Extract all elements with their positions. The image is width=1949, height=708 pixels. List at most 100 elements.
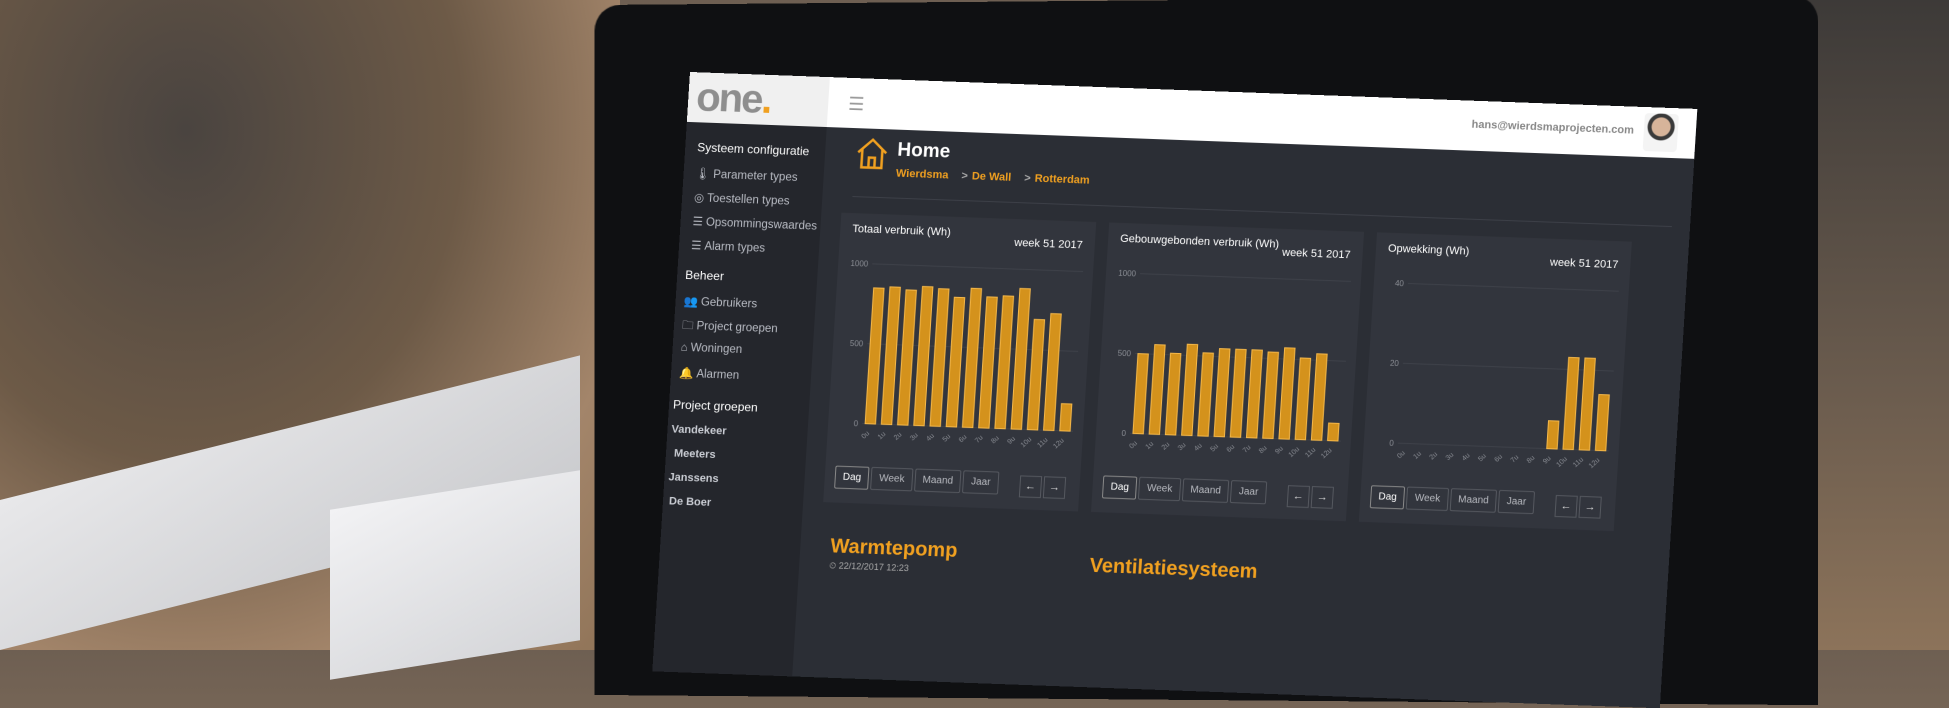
jaar-button[interactable]: Jaar — [1230, 480, 1268, 505]
project-group-item[interactable]: Meeters — [674, 448, 716, 462]
bar[interactable] — [1262, 351, 1280, 440]
sidebar-item-project-groepen[interactable]: 🗀 Project groepen — [681, 318, 778, 340]
bar[interactable] — [1562, 356, 1580, 451]
bar[interactable] — [897, 289, 917, 426]
card-title: Gebouwgebonden verbruik (Wh) — [1119, 232, 1280, 251]
bar[interactable] — [1181, 343, 1199, 437]
dag-button[interactable]: Dag — [1101, 475, 1138, 500]
bar[interactable] — [929, 288, 950, 427]
jaar-button[interactable]: Jaar — [1497, 489, 1535, 515]
bar[interactable] — [1132, 353, 1149, 435]
x-tick-label: 5u — [1477, 453, 1488, 463]
gridline — [1397, 442, 1609, 452]
project-group-item[interactable]: Vandekeer — [671, 424, 727, 438]
sidebar-heading-project-groepen: Project groepen — [672, 397, 759, 415]
bar[interactable] — [1213, 348, 1231, 438]
bar[interactable] — [1327, 422, 1340, 442]
x-tick-label: 4u — [1193, 442, 1204, 452]
prev-arrow-icon[interactable]: ← — [1554, 495, 1578, 518]
week-button[interactable]: Week — [1138, 476, 1182, 502]
next-arrow-icon[interactable]: → — [1042, 476, 1067, 500]
x-tick-label: 7u — [1510, 454, 1521, 464]
section-timestamp: ⏲ 22/12/2017 12:23 — [828, 560, 910, 574]
dag-button[interactable]: Dag — [1369, 485, 1406, 510]
card-week: week 51 2017 — [1549, 256, 1619, 272]
week-button[interactable]: Week — [870, 466, 914, 492]
sidebar-item-woningen[interactable]: ⌂ Woningen — [680, 342, 742, 356]
breadcrumb-item[interactable]: Wierdsma — [896, 168, 949, 182]
maand-button[interactable]: Maand — [1449, 488, 1498, 513]
x-tick-label: 6u — [958, 434, 969, 444]
x-tick-label: 8u — [1526, 455, 1537, 465]
bar[interactable] — [1229, 348, 1247, 438]
sidebar-item-gebruikers[interactable]: 👥 Gebruikers — [683, 294, 757, 311]
bar[interactable] — [880, 286, 901, 426]
maand-button[interactable]: Maand — [913, 468, 962, 494]
bar[interactable] — [1245, 349, 1263, 439]
bar[interactable] — [1148, 344, 1166, 435]
y-tick-label: 0 — [1121, 429, 1127, 438]
y-tick-label: 0 — [853, 419, 859, 428]
y-tick-label: 20 — [1390, 359, 1400, 368]
breadcrumb-item[interactable]: Rotterdam — [1034, 173, 1090, 187]
dag-button[interactable]: Dag — [834, 465, 870, 490]
next-arrow-icon[interactable]: → — [1310, 486, 1334, 509]
bar[interactable] — [1310, 353, 1328, 441]
x-tick-label: 4u — [925, 432, 936, 442]
sidebar-item-alarm-types[interactable]: ☰ Alarm types — [691, 238, 766, 255]
main-content: Home Wierdsma > De Wall > Rotterdam Totaal… — [792, 127, 1695, 708]
bar[interactable] — [1578, 357, 1596, 451]
user-email[interactable]: hans@wierdsmaprojecten.com — [1471, 119, 1634, 137]
x-tick-label: 0u — [1396, 450, 1407, 460]
week-button[interactable]: Week — [1406, 486, 1449, 512]
prev-arrow-icon[interactable]: ← — [1286, 485, 1311, 508]
x-tick-label: 12u — [1588, 457, 1601, 470]
bar[interactable] — [913, 285, 934, 427]
x-tick-label: 2u — [1161, 441, 1172, 451]
sidebar-item-alarmen[interactable]: 🔔 Alarmen — [679, 366, 740, 382]
sidebar-item-opsommingswaardes[interactable]: ☰ Opsommingswaardes — [692, 214, 817, 233]
sidebar-heading-beheer: Beheer — [684, 267, 725, 284]
target-icon: ◎ — [693, 192, 705, 205]
jaar-button[interactable]: Jaar — [962, 470, 1000, 495]
bar[interactable] — [945, 296, 966, 428]
logo-box[interactable]: one. — [686, 72, 830, 128]
card-week: week 51 2017 — [1013, 237, 1084, 252]
list-icon: ☰ — [690, 240, 702, 253]
bar[interactable] — [1059, 403, 1073, 432]
bar[interactable] — [961, 287, 983, 429]
chart-card-gebouwgebonden: Gebouwgebonden verbruik (Wh) week 51 201… — [1091, 222, 1365, 522]
bar[interactable] — [864, 287, 885, 425]
maand-button[interactable]: Maand — [1181, 478, 1230, 504]
thermometer-icon: 🌡 — [695, 168, 711, 181]
project-group-item[interactable]: Janssens — [668, 471, 719, 485]
hamburger-icon[interactable]: ☰ — [848, 94, 865, 116]
bar-chart: 0 500 1000 0u 1u 2u 3u 4u 5u 6u 7u 8u 9u 10u 11u 12u — [850, 259, 1084, 450]
bar[interactable] — [1278, 347, 1296, 440]
bar[interactable] — [1197, 352, 1214, 437]
card-week: week 51 2017 — [1281, 246, 1351, 262]
bar[interactable] — [1294, 357, 1312, 441]
bell-icon: 🔔 — [678, 367, 694, 381]
x-tick-label: 10u — [1020, 436, 1033, 449]
bar[interactable] — [1594, 394, 1610, 452]
bar[interactable] — [994, 295, 1015, 430]
project-group-item[interactable]: De Boer — [669, 496, 712, 510]
card-title: Totaal verbruik (Wh) — [852, 223, 952, 239]
bar[interactable] — [1164, 352, 1182, 436]
chart-card-opwekking: Opwekking (Wh) week 51 2017 0 20 40 0u 1u 2u 3… — [1358, 232, 1632, 532]
y-tick-label: 0 — [1389, 439, 1395, 448]
bar[interactable] — [1043, 313, 1062, 432]
bar[interactable] — [978, 296, 998, 429]
prev-arrow-icon[interactable]: ← — [1018, 475, 1043, 499]
bar[interactable] — [1026, 318, 1046, 431]
breadcrumb-item[interactable]: De Wall — [972, 170, 1012, 183]
avatar[interactable] — [1642, 113, 1679, 153]
breadcrumb-separator: > — [1023, 172, 1032, 185]
bar[interactable] — [1010, 287, 1031, 430]
sidebar-item-parameter-types[interactable]: 🌡 Parameter types — [695, 166, 798, 184]
sidebar-item-toestellen-types[interactable]: ◎ Toestellen types — [694, 190, 790, 207]
next-arrow-icon[interactable]: → — [1578, 495, 1602, 519]
x-tick-label: 1u — [877, 431, 888, 441]
bar[interactable] — [1546, 420, 1560, 450]
